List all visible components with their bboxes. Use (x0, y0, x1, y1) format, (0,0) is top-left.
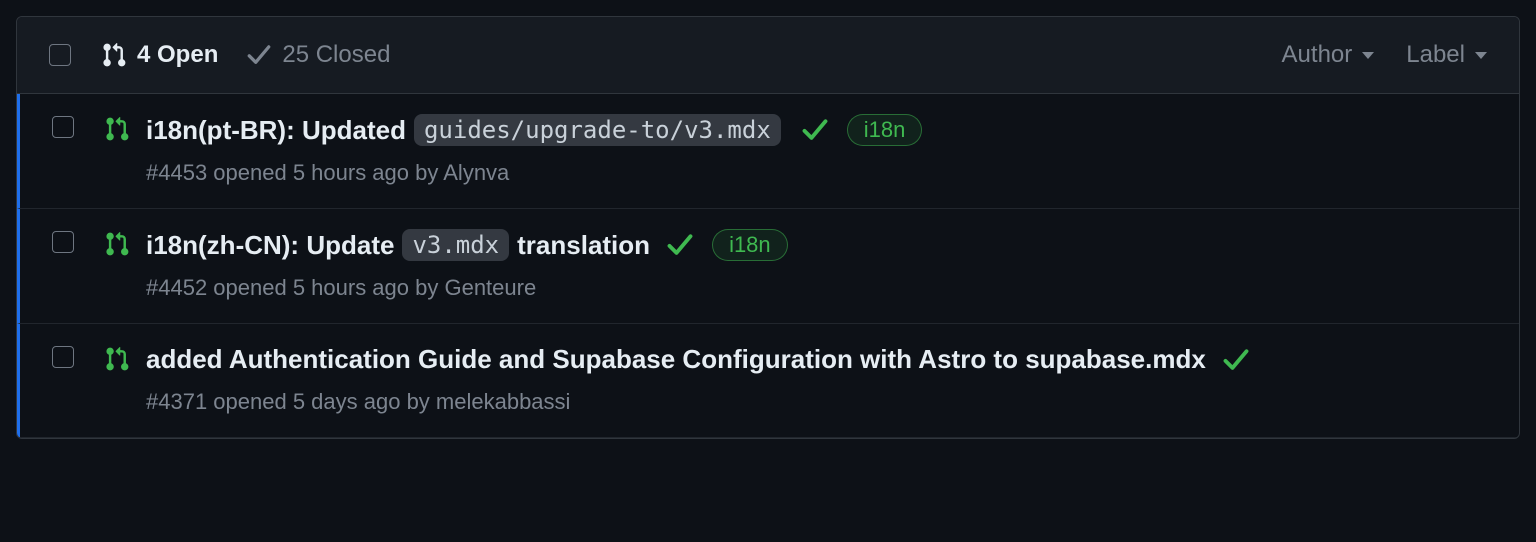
row-checkbox[interactable] (52, 346, 74, 368)
filter-author-label: Author (1282, 41, 1353, 69)
tab-closed[interactable]: 25 Closed (246, 41, 390, 69)
open-count-label: 4 Open (137, 41, 218, 69)
pr-status-icon-wrap (104, 116, 132, 147)
filter-label[interactable]: Label (1406, 41, 1487, 69)
pr-title-row: i18n(zh-CN): Update v3.mdx translationi1… (146, 229, 1487, 261)
pr-row: i18n(pt-BR): Updated guides/upgrade-to/v… (17, 94, 1519, 209)
check-success-icon (801, 116, 829, 144)
status-success-check[interactable] (801, 116, 829, 144)
filter-label-label: Label (1406, 41, 1465, 69)
pr-list: i18n(pt-BR): Updated guides/upgrade-to/v… (17, 94, 1519, 438)
header-left: 4 Open 25 Closed (49, 41, 390, 69)
check-icon (246, 42, 272, 68)
tab-open[interactable]: 4 Open (101, 41, 218, 69)
filter-author[interactable]: Author (1282, 41, 1375, 69)
pr-title-link[interactable]: i18n(pt-BR): Updated guides/upgrade-to/v… (146, 114, 785, 146)
title-text: i18n(pt-BR): Updated (146, 115, 406, 146)
pull-request-icon (104, 346, 130, 372)
pr-title-link[interactable]: added Authentication Guide and Supabase … (146, 344, 1206, 375)
status-success-check[interactable] (1222, 346, 1250, 374)
select-all-checkbox[interactable] (49, 44, 71, 66)
pr-content: i18n(pt-BR): Updated guides/upgrade-to/v… (146, 114, 1487, 186)
list-header: 4 Open 25 Closed Author Label (17, 17, 1519, 94)
code-badge: v3.mdx (402, 229, 509, 261)
caret-down-icon (1475, 52, 1487, 59)
title-text: added Authentication Guide and Supabase … (146, 344, 1206, 375)
pr-meta: #4371 opened 5 days ago by melekabbassi (146, 389, 1487, 415)
row-checkbox[interactable] (52, 231, 74, 253)
check-success-icon (1222, 346, 1250, 374)
status-success-check[interactable] (666, 231, 694, 259)
pr-meta: #4453 opened 5 hours ago by Alynva (146, 160, 1487, 186)
pr-title-link[interactable]: i18n(zh-CN): Update v3.mdx translation (146, 229, 650, 261)
pr-title-row: added Authentication Guide and Supabase … (146, 344, 1487, 375)
pull-request-icon (104, 231, 130, 257)
title-text: translation (517, 230, 650, 261)
check-success-icon (666, 231, 694, 259)
pr-content: added Authentication Guide and Supabase … (146, 344, 1487, 415)
pr-status-icon-wrap (104, 231, 132, 262)
tab-group: 4 Open 25 Closed (101, 41, 390, 69)
code-badge: guides/upgrade-to/v3.mdx (414, 114, 781, 146)
row-checkbox[interactable] (52, 116, 74, 138)
pull-request-icon (104, 116, 130, 142)
header-right: Author Label (1282, 41, 1487, 69)
pr-list-container: 4 Open 25 Closed Author Label i18n(pt- (16, 16, 1520, 439)
pr-title-row: i18n(pt-BR): Updated guides/upgrade-to/v… (146, 114, 1487, 146)
closed-count-label: 25 Closed (282, 41, 390, 69)
pr-status-icon-wrap (104, 346, 132, 377)
pr-content: i18n(zh-CN): Update v3.mdx translationi1… (146, 229, 1487, 301)
pr-meta: #4452 opened 5 hours ago by Genteure (146, 275, 1487, 301)
pull-request-icon (101, 42, 127, 68)
title-text: i18n(zh-CN): Update (146, 230, 394, 261)
pr-row: i18n(zh-CN): Update v3.mdx translationi1… (17, 209, 1519, 324)
pr-row: added Authentication Guide and Supabase … (17, 324, 1519, 438)
label-pill[interactable]: i18n (847, 114, 923, 146)
caret-down-icon (1362, 52, 1374, 59)
label-pill[interactable]: i18n (712, 229, 788, 261)
